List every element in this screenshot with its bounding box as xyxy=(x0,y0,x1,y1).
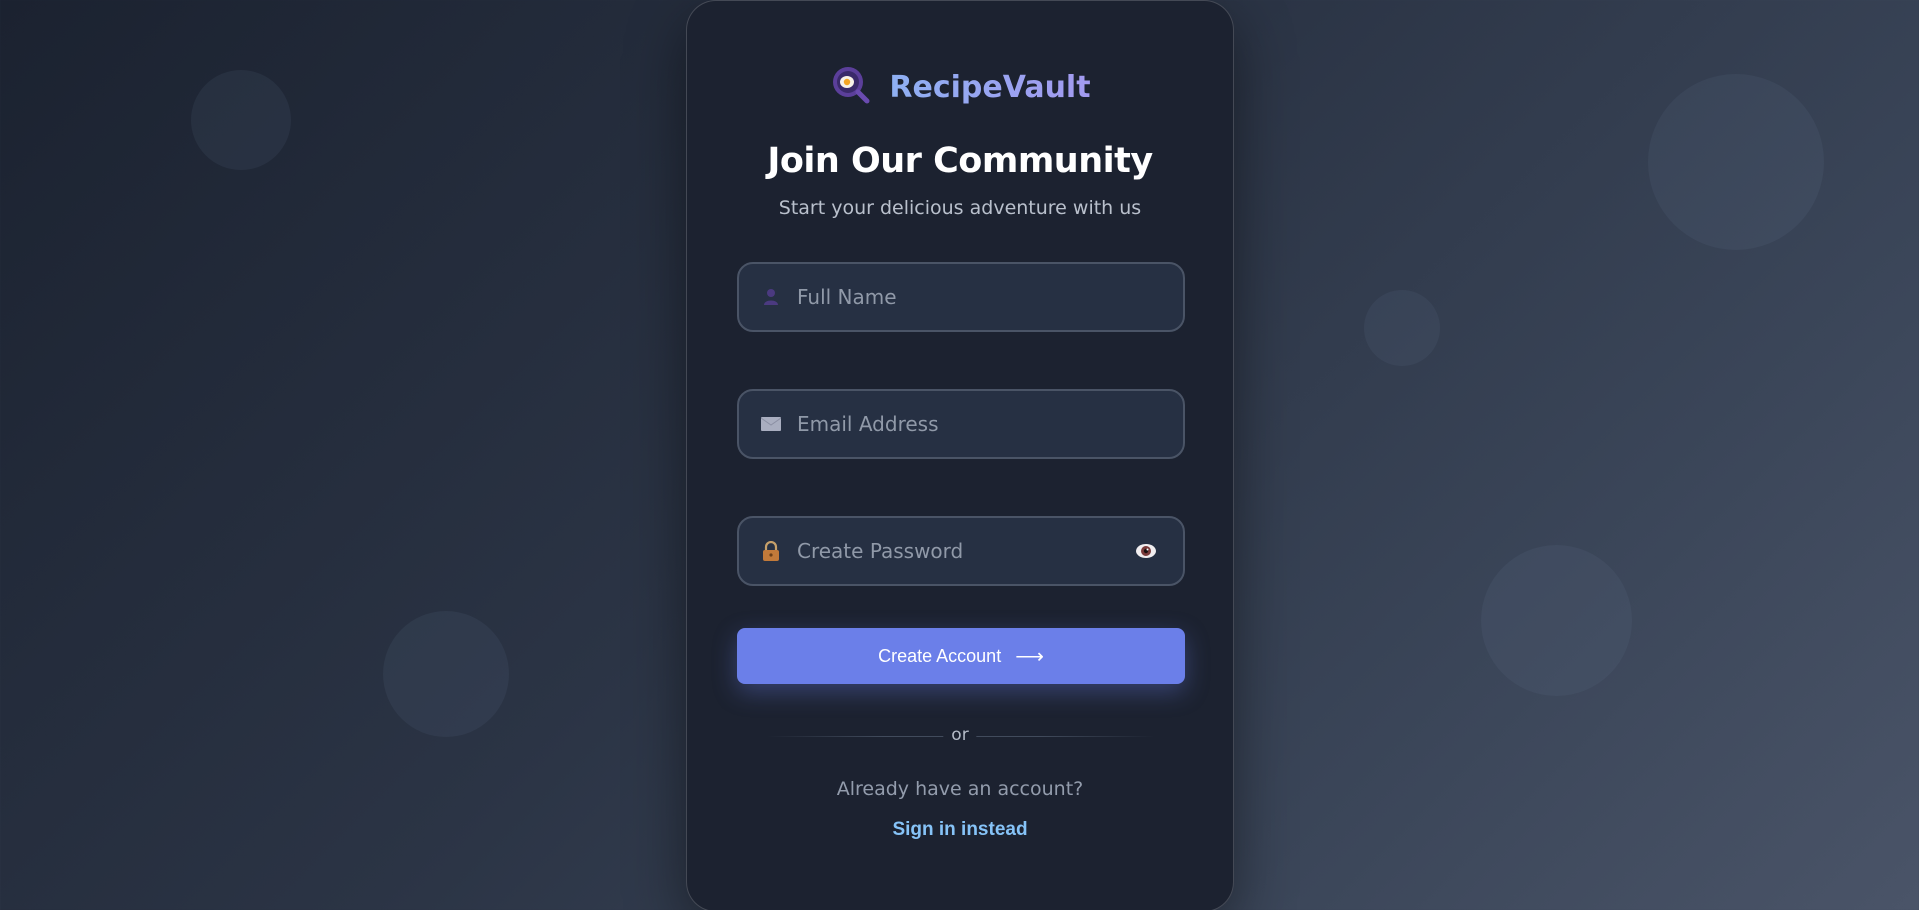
envelope-icon xyxy=(761,414,781,434)
email-field xyxy=(737,389,1185,459)
lock-icon xyxy=(761,541,781,561)
bg-bubble xyxy=(191,70,291,170)
full-name-input[interactable] xyxy=(795,264,1127,330)
email-input[interactable] xyxy=(795,391,1127,457)
create-account-button[interactable]: Create Account ⟶ xyxy=(737,628,1185,684)
page-subtitle: Start your delicious adventure with us xyxy=(778,197,1142,219)
frying-pan-egg-icon xyxy=(829,63,873,111)
user-icon xyxy=(761,287,781,307)
password-input[interactable] xyxy=(795,518,1127,584)
page-title: Join Our Community xyxy=(767,141,1153,181)
password-field xyxy=(737,516,1185,586)
signup-card: RecipeVault Join Our Community Start you… xyxy=(686,0,1234,910)
signin-link[interactable]: Sign in instead xyxy=(687,819,1233,841)
signin-prompt: Already have an account? xyxy=(836,778,1084,800)
arrow-right-icon: ⟶ xyxy=(1015,645,1044,668)
eye-icon[interactable] xyxy=(1135,541,1157,561)
bg-bubble xyxy=(383,611,509,737)
create-account-label: Create Account xyxy=(878,645,1002,666)
bg-bubble xyxy=(1364,290,1440,366)
bg-bubble xyxy=(1481,545,1632,696)
brand-name: RecipeVault xyxy=(889,69,1091,105)
bg-bubble xyxy=(1648,74,1824,250)
brand: RecipeVault xyxy=(687,63,1233,111)
divider-or: or xyxy=(943,725,977,745)
full-name-field xyxy=(737,262,1185,332)
